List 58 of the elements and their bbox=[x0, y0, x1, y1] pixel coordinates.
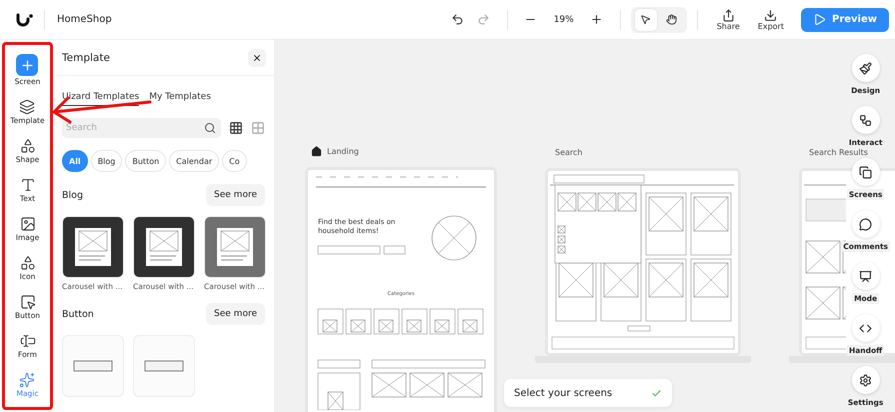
screen-title: Landing bbox=[327, 147, 359, 156]
presentation-icon bbox=[859, 270, 872, 282]
template-thumbnail[interactable] bbox=[62, 216, 124, 278]
see-more-button[interactable]: See more bbox=[206, 303, 265, 325]
text-icon bbox=[20, 177, 36, 193]
panel-title: Template bbox=[62, 52, 110, 64]
shapes-icon bbox=[20, 138, 36, 154]
section-title: Blog bbox=[62, 190, 83, 200]
dense-grid-icon bbox=[229, 121, 243, 135]
see-more-button[interactable]: See more bbox=[206, 184, 265, 206]
layers-icon bbox=[19, 99, 36, 115]
dense-grid-toggle[interactable] bbox=[229, 121, 243, 135]
pointer-icon bbox=[640, 14, 652, 25]
search-icon bbox=[204, 122, 216, 134]
template-thumbnail[interactable] bbox=[133, 335, 195, 397]
close-button[interactable] bbox=[248, 48, 266, 66]
toast-text: Select your screens bbox=[514, 388, 612, 398]
stacked-pages-icon bbox=[859, 166, 872, 178]
filter-chip[interactable]: Blog bbox=[90, 150, 122, 172]
template-thumbnail[interactable] bbox=[204, 216, 266, 278]
brush-icon bbox=[859, 62, 872, 74]
image-icon bbox=[20, 216, 36, 232]
icon-set-icon bbox=[20, 255, 36, 271]
template-tab[interactable]: My Templates bbox=[149, 92, 211, 106]
screen-title: Search Results bbox=[809, 148, 868, 156]
hand-icon bbox=[666, 14, 678, 25]
code-icon bbox=[859, 322, 872, 334]
share-button[interactable]: Share bbox=[716, 8, 740, 30]
play-icon bbox=[812, 13, 826, 26]
close-icon bbox=[252, 52, 262, 62]
share-icon bbox=[722, 8, 735, 22]
redo-icon bbox=[477, 13, 490, 26]
pointer-tool[interactable] bbox=[634, 8, 657, 30]
section-title: Button bbox=[62, 308, 94, 320]
screen-title: Search bbox=[555, 148, 582, 156]
settings-icon bbox=[859, 374, 872, 386]
large-grid-icon bbox=[251, 121, 265, 135]
search-field[interactable]: Search bbox=[62, 118, 221, 138]
undo-icon bbox=[451, 13, 464, 26]
comment-icon bbox=[859, 218, 872, 230]
template-thumbnail[interactable] bbox=[133, 216, 195, 278]
template-tab[interactable]: Uizard Templates bbox=[62, 92, 140, 106]
logo-icon bbox=[16, 12, 34, 26]
text-field-icon bbox=[20, 333, 36, 349]
filter-chip[interactable]: Co bbox=[222, 150, 247, 172]
project-name: HomeShop bbox=[57, 14, 112, 25]
filter-chip[interactable]: Calendar bbox=[169, 150, 220, 172]
sparkles-icon bbox=[19, 372, 36, 388]
cursor-box-icon bbox=[20, 294, 36, 310]
add-icon bbox=[16, 54, 38, 76]
link-nodes-icon bbox=[859, 114, 872, 126]
filter-chip[interactable]: Button bbox=[125, 150, 166, 172]
large-grid-toggle[interactable] bbox=[251, 121, 265, 135]
download-icon bbox=[764, 8, 778, 22]
plus-icon bbox=[590, 13, 604, 26]
export-button[interactable]: Export bbox=[758, 8, 784, 30]
zoom-level: 19% bbox=[554, 14, 574, 24]
template-thumbnail[interactable] bbox=[62, 335, 124, 397]
